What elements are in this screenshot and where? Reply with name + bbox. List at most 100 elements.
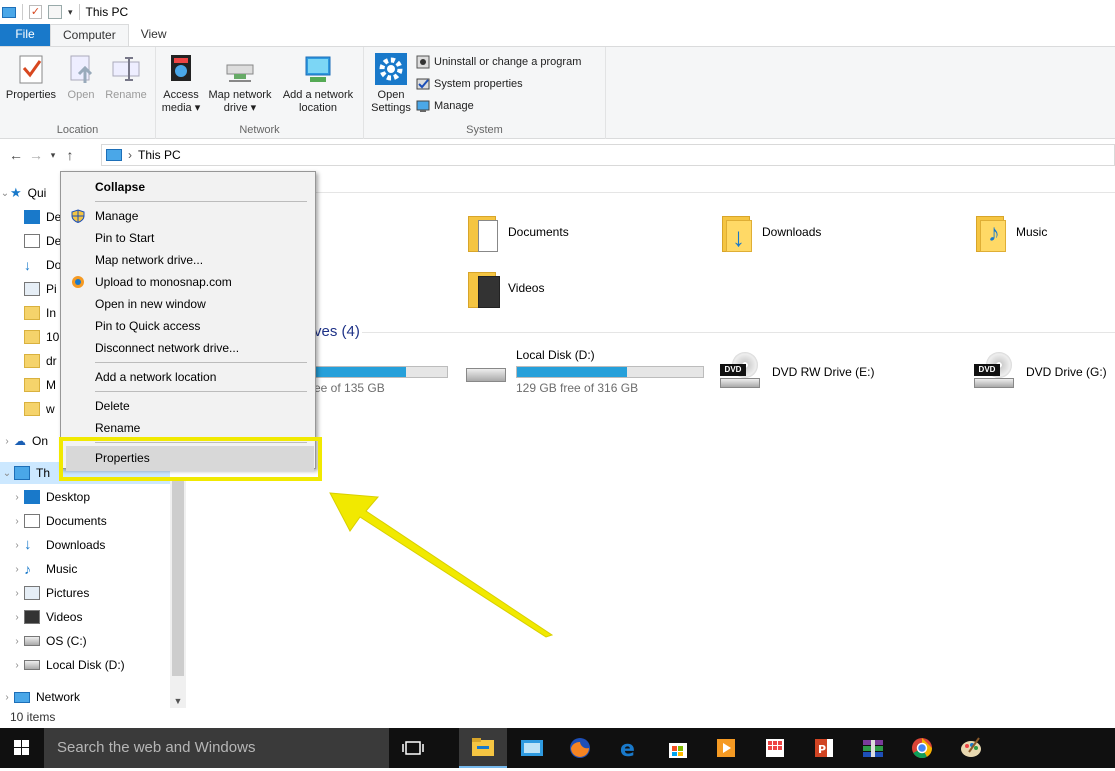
taskbar-chrome[interactable] — [898, 728, 946, 768]
collapse-chevron-icon[interactable]: ⌄ — [0, 468, 14, 479]
context-menu: Collapse Manage Pin to Start Map network… — [60, 171, 316, 469]
monosnap-icon — [72, 276, 84, 288]
forward-arrow-icon[interactable]: → — [26, 147, 46, 163]
expand-chevron-icon[interactable]: › — [0, 692, 14, 703]
nav-quick-item[interactable]: Pi — [24, 278, 57, 300]
expand-chevron-icon[interactable]: › — [10, 636, 24, 647]
nav-quick-item[interactable]: M — [24, 374, 56, 396]
drive-name: DVD Drive (G:) — [1026, 365, 1107, 379]
taskbar-edge[interactable]: e — [605, 728, 653, 768]
menu-upload-monosnap[interactable]: Upload to monosnap.com — [61, 271, 315, 293]
nav-music[interactable]: › ♪ Music — [10, 558, 77, 580]
nav-onedrive[interactable]: › ☁ On — [0, 430, 48, 452]
menu-delete[interactable]: Delete — [61, 395, 315, 417]
nav-desktop[interactable]: › Desktop — [10, 486, 90, 508]
up-arrow-icon[interactable]: ↑ — [60, 147, 80, 163]
taskbar-store[interactable] — [654, 728, 702, 768]
menu-manage[interactable]: Manage — [61, 205, 315, 227]
rename-button[interactable]: Rename — [102, 53, 150, 102]
scrollbar-thumb[interactable] — [172, 480, 184, 676]
drive-local-disk-d[interactable]: Local Disk (D:) 129 GB free of 316 GB — [464, 348, 704, 395]
recent-locations-icon[interactable]: ▾ — [46, 150, 60, 161]
nav-os-c[interactable]: › OS (C:) — [10, 630, 86, 652]
tab-computer[interactable]: Computer — [50, 24, 129, 46]
hard-drive-icon — [464, 358, 508, 388]
nav-scrollbar[interactable]: ▼ — [170, 480, 186, 708]
open-button[interactable]: Open — [62, 53, 100, 102]
nav-label: Pictures — [46, 586, 90, 600]
taskbar-file-explorer[interactable] — [459, 728, 507, 768]
taskbar-firefox[interactable] — [556, 728, 604, 768]
taskbar-search-box[interactable]: Search the web and Windows — [44, 728, 389, 768]
chrome-icon — [912, 738, 933, 759]
taskbar-calculator-app[interactable] — [751, 728, 799, 768]
menu-rename[interactable]: Rename — [61, 417, 315, 439]
map-network-drive-button[interactable]: Map network drive ▾ — [204, 53, 276, 115]
taskbar-video-app[interactable] — [702, 728, 750, 768]
breadcrumb-this-pc[interactable]: This PC — [138, 148, 181, 162]
expand-chevron-icon[interactable]: › — [10, 564, 24, 575]
nav-downloads[interactable]: › ↓ Downloads — [10, 534, 105, 556]
nav-local-disk-d[interactable]: › Local Disk (D:) — [10, 654, 124, 676]
expand-chevron-icon[interactable]: › — [10, 516, 24, 527]
nav-quick-item[interactable]: In — [24, 302, 56, 324]
open-settings-button[interactable]: Open Settings — [368, 53, 414, 115]
nav-quick-item[interactable]: 10 — [24, 326, 59, 348]
nav-network[interactable]: › Network — [0, 686, 80, 708]
menu-open-new-window[interactable]: Open in new window — [61, 293, 315, 315]
expand-chevron-icon[interactable]: › — [10, 588, 24, 599]
expand-chevron-icon[interactable]: › — [10, 540, 24, 551]
computer-icon — [14, 466, 30, 480]
nav-quick-item[interactable]: ↓ Do — [24, 254, 61, 276]
expand-chevron-icon[interactable]: › — [0, 436, 14, 447]
collapse-chevron-icon[interactable]: ⌄ — [0, 188, 10, 199]
add-network-location-button[interactable]: Add a network location — [278, 53, 358, 115]
start-button[interactable] — [0, 728, 44, 768]
properties-quick-icon[interactable]: ✓ — [29, 5, 42, 19]
folder-music[interactable]: ♪ Music — [976, 212, 1047, 252]
back-arrow-icon[interactable]: ← — [6, 147, 26, 163]
expand-chevron-icon[interactable]: › — [10, 492, 24, 503]
address-bar[interactable]: › This PC — [101, 144, 1115, 166]
new-folder-quick-icon[interactable] — [48, 5, 62, 19]
drive-dvd-g[interactable]: DVD DVD Drive (G:) — [972, 352, 1107, 392]
tab-file[interactable]: File — [0, 24, 50, 46]
customize-toolbar-icon[interactable]: ▾ — [68, 7, 73, 18]
menu-disconnect-network-drive[interactable]: Disconnect network drive... — [61, 337, 315, 359]
drives-section-heading[interactable]: ves (4) — [314, 323, 360, 340]
expand-chevron-icon[interactable]: › — [10, 660, 24, 671]
manage-button[interactable]: Manage — [416, 97, 474, 115]
menu-collapse[interactable]: Collapse — [61, 176, 315, 198]
uninstall-program-button[interactable]: Uninstall or change a program — [416, 53, 581, 71]
taskbar-winrar[interactable] — [849, 728, 897, 768]
menu-pin-to-start[interactable]: Pin to Start — [61, 227, 315, 249]
task-view-button[interactable] — [389, 728, 437, 768]
properties-button[interactable]: Properties — [4, 53, 58, 102]
nav-quick-item[interactable]: w — [24, 398, 55, 420]
taskbar-app-blue[interactable] — [508, 728, 556, 768]
nav-quick-item[interactable]: De — [24, 206, 61, 228]
drive-dvd-rw-e[interactable]: DVD DVD RW Drive (E:) — [718, 352, 874, 392]
nav-videos[interactable]: › Videos — [10, 606, 82, 628]
nav-documents[interactable]: › Documents — [10, 510, 107, 532]
folder-documents[interactable]: Documents — [468, 212, 569, 252]
access-media-button[interactable]: Access media ▾ — [160, 53, 202, 115]
nav-pictures[interactable]: › Pictures — [10, 582, 89, 604]
taskbar-paint[interactable] — [947, 728, 995, 768]
nav-quick-item[interactable]: De — [24, 230, 61, 252]
menu-map-network-drive[interactable]: Map network drive... — [61, 249, 315, 271]
system-properties-button[interactable]: System properties — [416, 75, 523, 93]
menu-add-network-location[interactable]: Add a network location — [61, 366, 315, 388]
nav-quick-item[interactable]: dr — [24, 350, 57, 372]
uninstall-label: Uninstall or change a program — [434, 56, 582, 68]
nav-quick-access[interactable]: ⌄ ★ Qui — [0, 182, 47, 204]
drive-os-c[interactable]: ree of 135 GB — [310, 348, 448, 395]
scroll-down-arrow-icon[interactable]: ▼ — [170, 696, 186, 706]
folder-downloads[interactable]: ↓ Downloads — [722, 212, 821, 252]
folder-label: Music — [1016, 225, 1048, 239]
expand-chevron-icon[interactable]: › — [10, 612, 24, 623]
taskbar-powerpoint[interactable]: P — [800, 728, 848, 768]
menu-pin-quick-access[interactable]: Pin to Quick access — [61, 315, 315, 337]
folder-videos[interactable]: Videos — [468, 268, 544, 308]
tab-view[interactable]: View — [129, 24, 179, 46]
